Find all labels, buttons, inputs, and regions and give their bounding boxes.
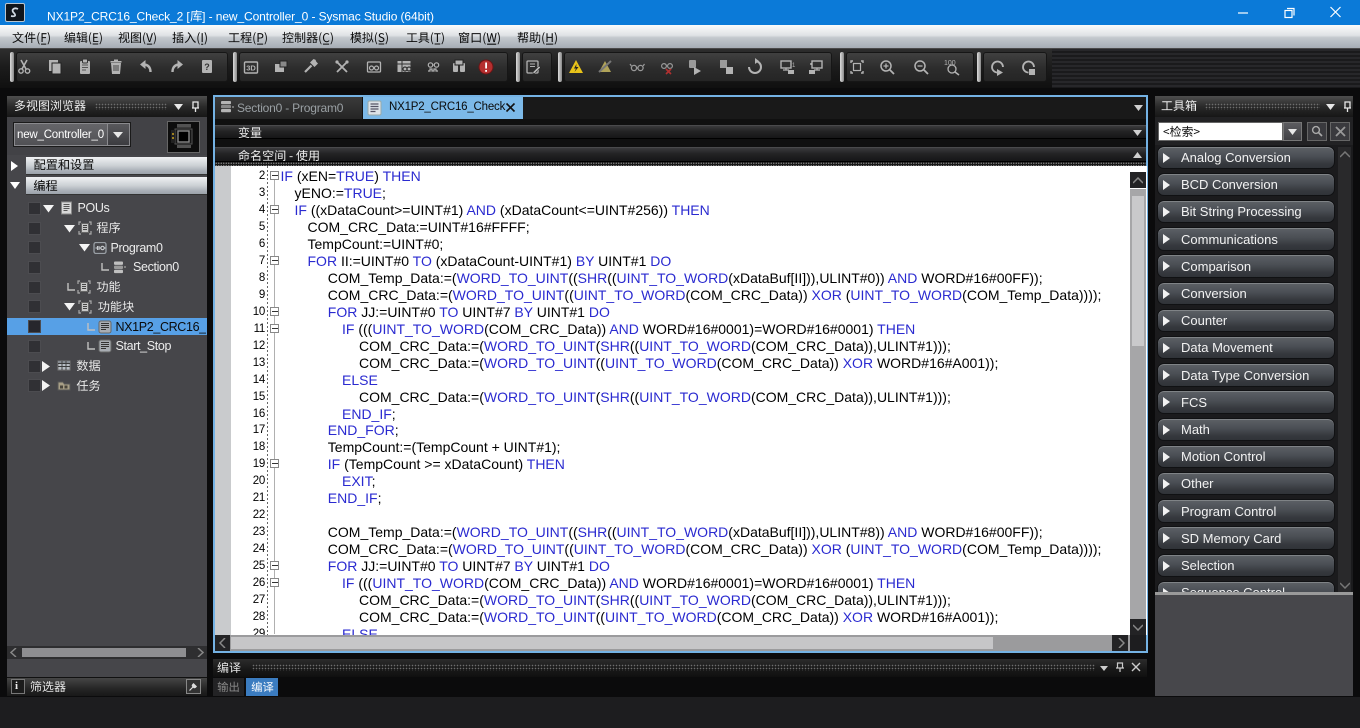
svg-text:1: 1 [792,63,796,69]
svg-text:?: ? [204,62,210,72]
svg-text:3D: 3D [246,64,256,73]
